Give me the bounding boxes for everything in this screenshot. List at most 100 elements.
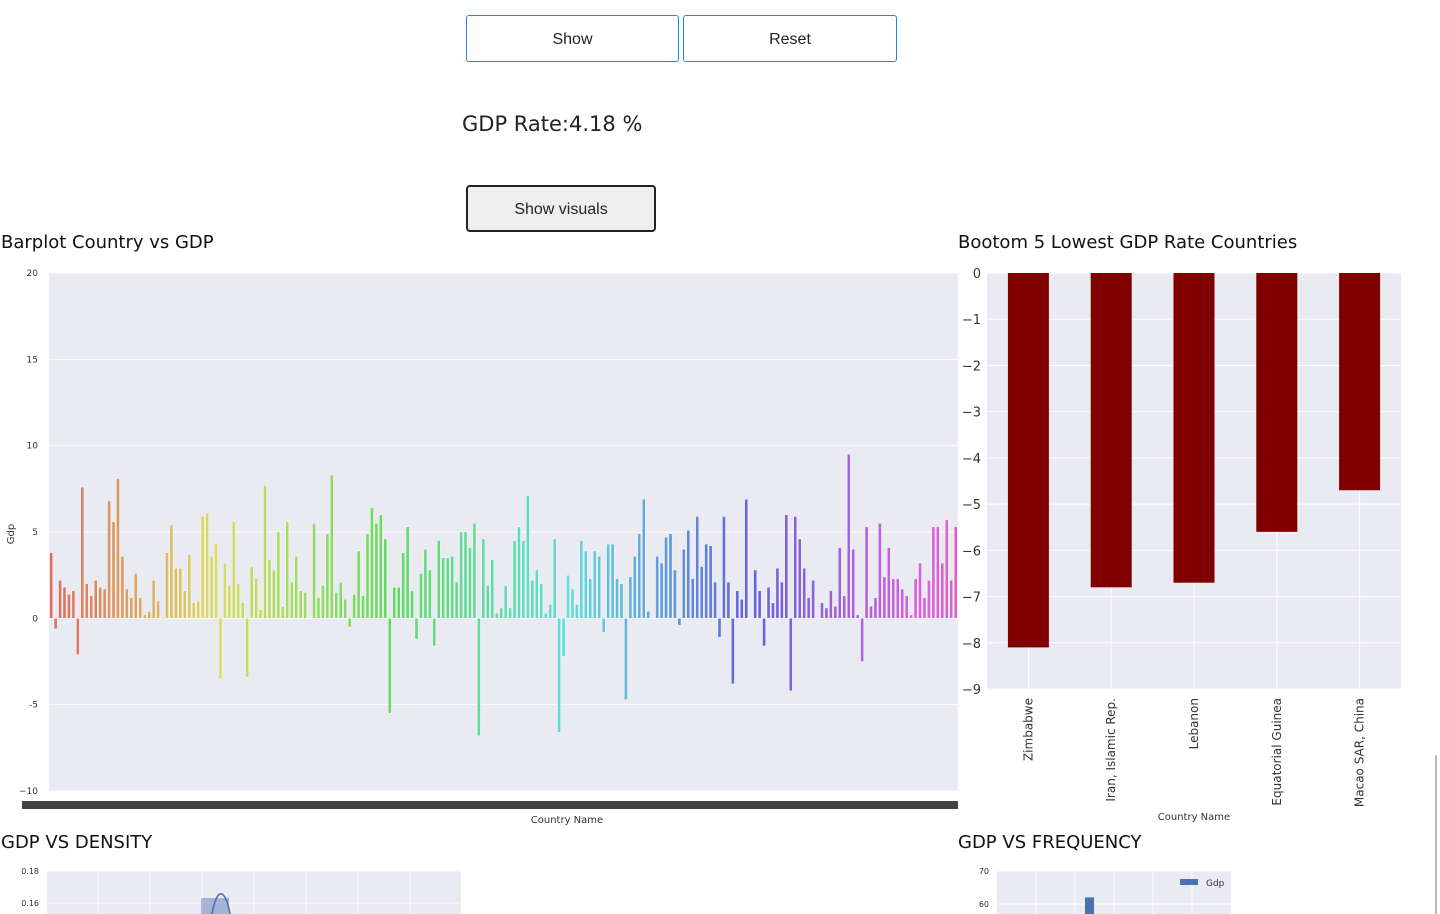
barplot-bar [459, 531, 463, 619]
barplot-bar [722, 516, 726, 619]
barplot-bar [597, 555, 601, 619]
barplot-bar [726, 581, 731, 619]
barplot-bar [325, 533, 330, 619]
bottom5-bar [1173, 273, 1215, 583]
barplot-bar [887, 547, 891, 619]
page-scrollbar[interactable] [1435, 755, 1437, 914]
barplot-bar [499, 607, 503, 619]
barplot-bar [428, 569, 432, 619]
barplot-bar [272, 569, 276, 619]
barplot-ytick-label: −10 [19, 787, 38, 797]
barplot-bar [89, 595, 93, 619]
barplot-ytick-label: 15 [27, 355, 38, 365]
barplot-bar [575, 604, 579, 619]
barplot-bar [486, 585, 490, 619]
barplot-bar [682, 549, 686, 619]
barplot-bar [303, 592, 307, 619]
barplot-bar [165, 552, 169, 619]
barplot-bar [468, 547, 472, 619]
barplot-bar [249, 566, 254, 619]
barplot-bar [802, 568, 806, 619]
barplot-bar [633, 555, 637, 619]
bottom5-ytick-label: −3 [962, 406, 981, 421]
barplot-bar [570, 588, 575, 619]
barplot-bar [223, 562, 227, 619]
barplot-bar [419, 573, 423, 619]
barplot-bar [174, 568, 178, 619]
barplot-bar [762, 618, 766, 647]
barplot-bar [619, 583, 624, 619]
barplot-bar [214, 543, 218, 619]
barplot-bar [882, 576, 887, 619]
barplot-bar [650, 618, 655, 620]
barplot-bar [227, 585, 232, 619]
barplot-bar [134, 573, 138, 619]
barplot-bar [187, 554, 191, 619]
barplot-bar [664, 536, 668, 619]
barplot-bar [281, 606, 285, 619]
barplot-bar [241, 602, 245, 619]
barplot-bar [232, 521, 236, 619]
barplot-bar [806, 597, 811, 619]
barplot-bar [142, 614, 147, 619]
barplot-bar [936, 526, 940, 619]
barplot-bar [673, 569, 677, 619]
barplot-bar [833, 606, 838, 619]
barplot-bar [437, 540, 441, 619]
barplot-bar [780, 581, 784, 619]
barplot-bar [878, 523, 882, 619]
barplot-bar [855, 614, 860, 619]
barplot-ytick-label: 0 [32, 614, 38, 624]
barplot-bar [735, 590, 740, 619]
bottom5-ytick-label: −5 [962, 498, 981, 513]
barplot-bar [548, 604, 552, 619]
density-ytick-label: 0.18 [21, 867, 39, 876]
barplot-bar [508, 607, 512, 619]
barplot-bar [116, 478, 120, 619]
barplot-bar [864, 526, 869, 619]
barplot-bar [156, 600, 160, 619]
barplot-bar [254, 578, 258, 619]
frequency-legend-swatch [1180, 879, 1198, 885]
barplot-bar [820, 602, 824, 619]
barplot-bar [388, 618, 392, 714]
barplot-bar [606, 543, 610, 619]
barplot-bar [668, 533, 673, 619]
barplot-bar [535, 569, 539, 619]
barplot-bar [76, 618, 80, 655]
barplot-bar [922, 597, 927, 619]
bottom5-ytick-label: 0 [973, 267, 981, 282]
barplot-bar [628, 576, 633, 619]
barplot-bar [900, 588, 904, 619]
barplot-bar [659, 562, 664, 619]
barplot-bar [151, 580, 156, 619]
barplot-bar [838, 547, 842, 619]
barplot-bar [860, 618, 864, 662]
barplot-bar [410, 590, 414, 619]
barplot-bar [98, 587, 102, 619]
barplot-bar [330, 474, 334, 619]
bottom5-xtick-label: Zimbabwe [1021, 698, 1035, 761]
barplot-bar [316, 597, 321, 619]
barplot-bar [775, 568, 780, 619]
barplot-bar [526, 495, 530, 619]
barplot-bar [125, 588, 129, 619]
barplot-bar [472, 523, 477, 619]
barplot-bar [111, 521, 116, 619]
bottom5-bar [1339, 273, 1381, 491]
barplot-bar [463, 531, 468, 619]
barplot-bar [847, 454, 851, 619]
barplot-bar [945, 519, 949, 619]
barplot-bar [539, 583, 544, 619]
barplot-bar [490, 559, 494, 619]
barplot-bar [691, 578, 695, 619]
barplot-bar [334, 592, 339, 619]
barplot-bar [953, 526, 958, 619]
barplot-bar [392, 587, 396, 619]
barplot-bar [374, 523, 379, 619]
charts-canvas: 20 15 10 5 0 −10 -5 Country Name Gdp 0 −1 −2 −3 −4 −5 −… [6, 267, 1401, 914]
barplot-bar [713, 581, 717, 619]
barplot-bar [544, 612, 548, 619]
density-ytick-label: 0.16 [21, 899, 39, 908]
barplot-bar [913, 578, 918, 619]
